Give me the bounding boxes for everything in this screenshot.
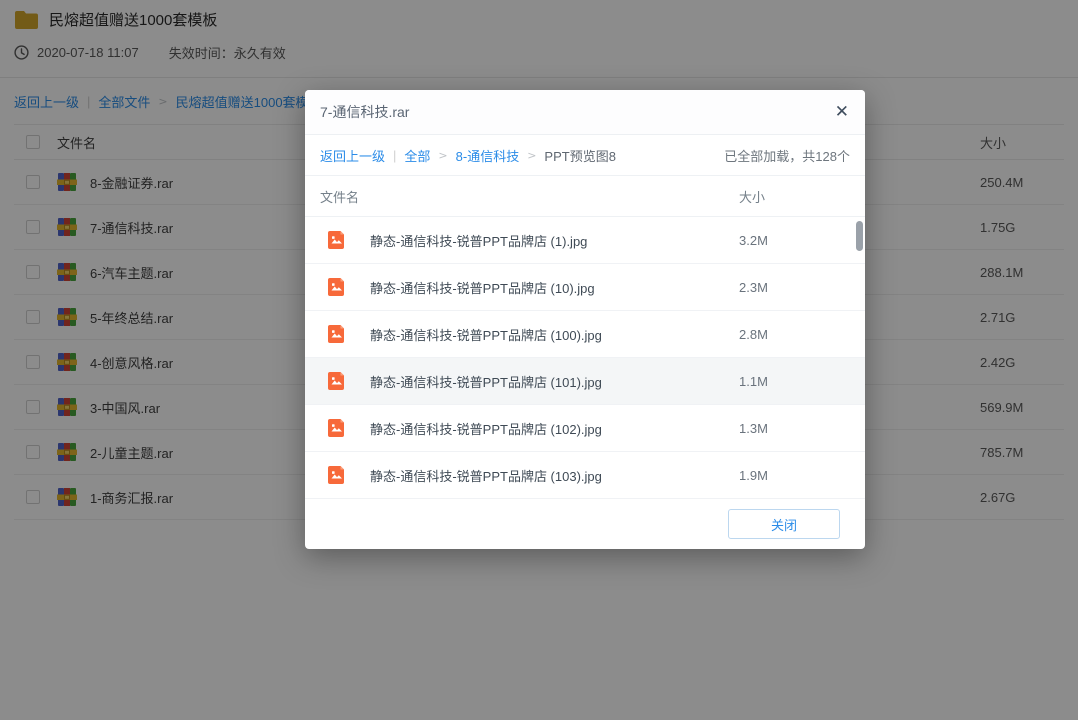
- image-file-icon: [327, 277, 347, 297]
- image-file-size: 3.2M: [739, 232, 768, 248]
- image-file-name[interactable]: 静态-通信科技-锐普PPT品牌店 (10).jpg: [370, 278, 732, 297]
- modal-footer: 关闭: [305, 499, 865, 549]
- image-file-name[interactable]: 静态-通信科技-锐普PPT品牌店 (101).jpg: [370, 372, 732, 391]
- modal-breadcrumb-back-link[interactable]: 返回上一级: [320, 146, 385, 165]
- image-file-name[interactable]: 静态-通信科技-锐普PPT品牌店 (103).jpg: [370, 466, 732, 485]
- modal-breadcrumb-folder-link[interactable]: 8-通信科技: [456, 146, 520, 165]
- chevron-right-icon: >: [438, 148, 448, 162]
- breadcrumb-separator: |: [393, 147, 397, 163]
- modal-breadcrumb-all-link[interactable]: 全部: [404, 146, 430, 165]
- chevron-right-icon: >: [527, 148, 537, 162]
- modal-list-item[interactable]: 静态-通信科技-锐普PPT品牌店 (100).jpg 2.8M: [305, 311, 865, 358]
- modal-header: 7-通信科技.rar ✕: [305, 90, 865, 135]
- modal-breadcrumb-current: PPT预览图8: [544, 148, 616, 164]
- image-file-name[interactable]: 静态-通信科技-锐普PPT品牌店 (1).jpg: [370, 231, 732, 250]
- image-file-name[interactable]: 静态-通信科技-锐普PPT品牌店 (102).jpg: [370, 419, 732, 438]
- image-file-name[interactable]: 静态-通信科技-锐普PPT品牌店 (100).jpg: [370, 325, 732, 344]
- modal-list-item[interactable]: 静态-通信科技-锐普PPT品牌店 (101).jpg 1.1M: [305, 358, 865, 405]
- modal-list-item[interactable]: 静态-通信科技-锐普PPT品牌店 (10).jpg 2.3M: [305, 264, 865, 311]
- modal-list-item[interactable]: 静态-通信科技-锐普PPT品牌店 (102).jpg 1.3M: [305, 405, 865, 452]
- image-file-icon: [327, 230, 347, 250]
- modal-breadcrumb: 返回上一级 | 全部 > 8-通信科技 > PPT预览图8 已全部加载，共128…: [305, 135, 865, 176]
- modal-list-item[interactable]: 静态-通信科技-锐普PPT品牌店 (103).jpg 1.9M: [305, 452, 865, 499]
- image-file-icon: [327, 324, 347, 344]
- image-file-icon: [327, 465, 347, 485]
- image-file-size: 1.1M: [739, 373, 768, 389]
- image-file-size: 1.9M: [739, 467, 768, 483]
- modal-name-column-header: 文件名: [320, 189, 360, 205]
- modal-list-item[interactable]: 静态-通信科技-锐普PPT品牌店 (1).jpg 3.2M: [305, 217, 865, 264]
- archive-preview-modal: 7-通信科技.rar ✕ 返回上一级 | 全部 > 8-通信科技 > PPT预览…: [305, 90, 865, 549]
- image-file-size: 1.3M: [739, 420, 768, 436]
- modal-size-column-header: 大小: [739, 189, 766, 205]
- modal-table-header: 文件名 大小: [305, 176, 865, 217]
- close-icon[interactable]: ✕: [835, 103, 849, 121]
- image-file-size: 2.8M: [739, 326, 768, 342]
- modal-file-list: 静态-通信科技-锐普PPT品牌店 (1).jpg 3.2M 静态-通信科技-锐普…: [305, 217, 865, 499]
- image-file-size: 2.3M: [739, 279, 768, 295]
- close-button[interactable]: 关闭: [728, 509, 840, 539]
- scrollbar-thumb[interactable]: [856, 221, 863, 251]
- image-file-icon: [327, 418, 347, 438]
- load-status-text: 已全部加载，共128个: [724, 148, 850, 164]
- image-file-icon: [327, 371, 347, 391]
- modal-title: 7-通信科技.rar: [320, 104, 410, 120]
